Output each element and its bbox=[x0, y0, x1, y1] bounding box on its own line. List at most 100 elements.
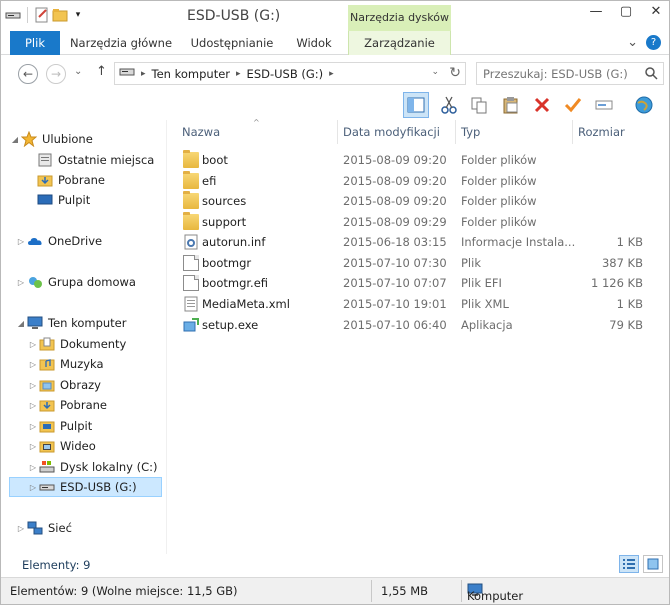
nav-recent-places[interactable]: Ostatnie miejsca bbox=[37, 150, 154, 170]
file-row-setup[interactable]: setup.exe 2015-07-10 06:40 Aplikacja 79 … bbox=[167, 315, 669, 335]
column-separator[interactable] bbox=[572, 120, 573, 144]
details-view-button[interactable] bbox=[619, 555, 639, 573]
check-icon[interactable] bbox=[560, 92, 586, 118]
globe-icon[interactable] bbox=[631, 92, 657, 118]
recent-locations-button[interactable]: ⌄ bbox=[74, 66, 82, 77]
crumb-separator-icon[interactable]: ▸ bbox=[329, 69, 334, 79]
close-button[interactable]: ✕ bbox=[641, 1, 669, 23]
paste-icon[interactable] bbox=[498, 92, 524, 118]
layout-icon[interactable] bbox=[403, 92, 429, 118]
drive-icon[interactable] bbox=[5, 7, 21, 23]
status-items: Elementów: 9 (Wolne miejsce: 11,5 GB) bbox=[10, 584, 238, 598]
expand-arrow-icon[interactable]: ▷ bbox=[27, 422, 39, 431]
crumb-separator-icon[interactable]: ▸ bbox=[141, 69, 146, 79]
file-date: 2015-07-10 19:01 bbox=[343, 297, 447, 311]
crumb-this-pc[interactable]: Ten komputer bbox=[152, 67, 230, 81]
nav-favorites[interactable]: ◢ Ulubione bbox=[9, 129, 93, 149]
expand-arrow-icon[interactable]: ▷ bbox=[27, 360, 39, 369]
column-header-type[interactable]: Typ bbox=[461, 120, 480, 144]
nav-esd-usb[interactable]: ▷ ESD-USB (G:) bbox=[9, 477, 162, 497]
file-row-autorun[interactable]: autorun.inf 2015-06-18 03:15 Informacje … bbox=[167, 232, 669, 252]
ribbon-expand-icon[interactable]: ⌄ bbox=[627, 35, 638, 50]
expand-arrow-icon[interactable]: ▷ bbox=[27, 381, 39, 390]
crumb-esd-usb[interactable]: ESD-USB (G:) bbox=[247, 67, 324, 81]
search-input[interactable] bbox=[483, 64, 643, 84]
help-icon[interactable]: ? bbox=[646, 35, 661, 50]
minimize-button[interactable]: — bbox=[581, 1, 611, 23]
item-count: Elementy: 9 bbox=[22, 558, 91, 572]
nav-network[interactable]: ▷ Sieć bbox=[15, 518, 72, 538]
rename-icon[interactable] bbox=[591, 92, 617, 118]
expand-arrow-icon[interactable]: ▷ bbox=[15, 237, 27, 246]
delete-icon[interactable] bbox=[529, 92, 555, 118]
column-header-date[interactable]: Data modyfikacji bbox=[343, 120, 440, 144]
view-switcher bbox=[619, 555, 663, 573]
column-header-size[interactable]: Rozmiar bbox=[578, 120, 625, 144]
nav-label: Pulpit bbox=[60, 419, 93, 433]
expand-arrow-icon[interactable]: ▷ bbox=[27, 340, 39, 349]
tab-view[interactable]: Widok bbox=[288, 31, 340, 55]
file-row-bootmgr[interactable]: bootmgr 2015-07-10 07:30 Plik 387 KB bbox=[167, 253, 669, 273]
documents-folder-icon bbox=[39, 336, 55, 352]
file-row-bootmgr-efi[interactable]: bootmgr.efi 2015-07-10 07:07 Plik EFI 1 … bbox=[167, 273, 669, 293]
cut-icon[interactable] bbox=[436, 92, 462, 118]
nav-music[interactable]: ▷ Muzyka bbox=[27, 354, 104, 374]
folder-icon bbox=[183, 150, 199, 168]
tab-home[interactable]: Narzędzia główne bbox=[68, 31, 174, 55]
back-button[interactable]: ← bbox=[18, 64, 38, 84]
column-separator[interactable] bbox=[337, 120, 338, 144]
address-dropdown-icon[interactable]: ⌄ bbox=[431, 67, 439, 77]
large-icons-view-button[interactable] bbox=[643, 555, 663, 573]
nav-homegroup[interactable]: ▷ Grupa domowa bbox=[15, 272, 136, 292]
file-name: efi bbox=[202, 174, 217, 188]
expand-arrow-icon[interactable]: ▷ bbox=[27, 463, 39, 472]
tab-manage[interactable]: Zarządzanie bbox=[348, 31, 451, 55]
nav-local-disk[interactable]: ▷ Dysk lokalny (C:) bbox=[27, 457, 158, 477]
status-bar: Elementów: 9 (Wolne miejsce: 11,5 GB) 1,… bbox=[1, 577, 669, 604]
qat-dropdown-icon[interactable]: ▾ bbox=[70, 7, 86, 23]
maximize-button[interactable]: ▢ bbox=[611, 1, 641, 23]
nav-desktop[interactable]: ▷ Pulpit bbox=[27, 416, 92, 436]
item-count-bar: Elementy: 9 bbox=[1, 554, 669, 576]
collapse-arrow-icon[interactable]: ◢ bbox=[9, 135, 21, 144]
tab-share[interactable]: Udostępnianie bbox=[184, 31, 280, 55]
file-row-mediameta[interactable]: MediaMeta.xml 2015-07-10 19:01 Plik XML … bbox=[167, 294, 669, 314]
file-row-efi[interactable]: efi 2015-08-09 09:20 Folder plików bbox=[167, 171, 669, 191]
crumb-separator-icon[interactable]: ▸ bbox=[236, 69, 241, 79]
nav-this-pc[interactable]: ◢ Ten komputer bbox=[15, 313, 127, 333]
file-row-support[interactable]: support 2015-08-09 09:29 Folder plików bbox=[167, 212, 669, 232]
file-date: 2015-08-09 09:20 bbox=[343, 174, 447, 188]
ribbon-right-controls: ⌄ ? bbox=[627, 35, 661, 50]
properties-icon[interactable] bbox=[34, 7, 50, 23]
nav-pictures[interactable]: ▷ Obrazy bbox=[27, 375, 101, 395]
tab-file[interactable]: Plik bbox=[10, 31, 60, 55]
file-date: 2015-07-10 07:30 bbox=[343, 256, 447, 270]
expand-arrow-icon[interactable]: ▷ bbox=[27, 401, 39, 410]
nav-documents[interactable]: ▷ Dokumenty bbox=[27, 334, 126, 354]
file-icon bbox=[183, 275, 199, 291]
collapse-arrow-icon[interactable]: ◢ bbox=[15, 319, 27, 328]
column-separator[interactable] bbox=[455, 120, 456, 144]
file-row-sources[interactable]: sources 2015-08-09 09:20 Folder plików bbox=[167, 191, 669, 211]
search-icon[interactable] bbox=[644, 66, 658, 80]
window-controls: — ▢ ✕ bbox=[581, 1, 669, 23]
new-folder-icon[interactable] bbox=[52, 7, 68, 23]
file-row-boot[interactable]: boot 2015-08-09 09:20 Folder plików bbox=[167, 150, 669, 170]
refresh-icon[interactable]: ↻ bbox=[449, 65, 461, 81]
forward-button[interactable]: → bbox=[46, 64, 66, 84]
quick-access-toolbar: ▾ bbox=[5, 7, 86, 23]
up-button[interactable]: ↑ bbox=[96, 64, 107, 79]
homegroup-icon bbox=[27, 274, 43, 290]
copy-icon[interactable] bbox=[466, 92, 492, 118]
expand-arrow-icon[interactable]: ▷ bbox=[15, 524, 27, 533]
expand-arrow-icon[interactable]: ▷ bbox=[15, 278, 27, 287]
column-header-name[interactable]: Nazwa bbox=[182, 120, 220, 144]
nav-downloads-fav[interactable]: Pobrane bbox=[37, 170, 105, 190]
address-bar[interactable]: ▸ Ten komputer ▸ ESD-USB (G:) ▸ ⌄ ↻ bbox=[114, 62, 466, 85]
nav-onedrive[interactable]: ▷ OneDrive bbox=[15, 231, 102, 251]
nav-videos[interactable]: ▷ Wideo bbox=[27, 436, 96, 456]
nav-desktop-fav[interactable]: Pulpit bbox=[37, 190, 90, 210]
expand-arrow-icon[interactable]: ▷ bbox=[27, 442, 39, 451]
expand-arrow-icon[interactable]: ▷ bbox=[27, 483, 39, 492]
nav-downloads[interactable]: ▷ Pobrane bbox=[27, 395, 107, 415]
